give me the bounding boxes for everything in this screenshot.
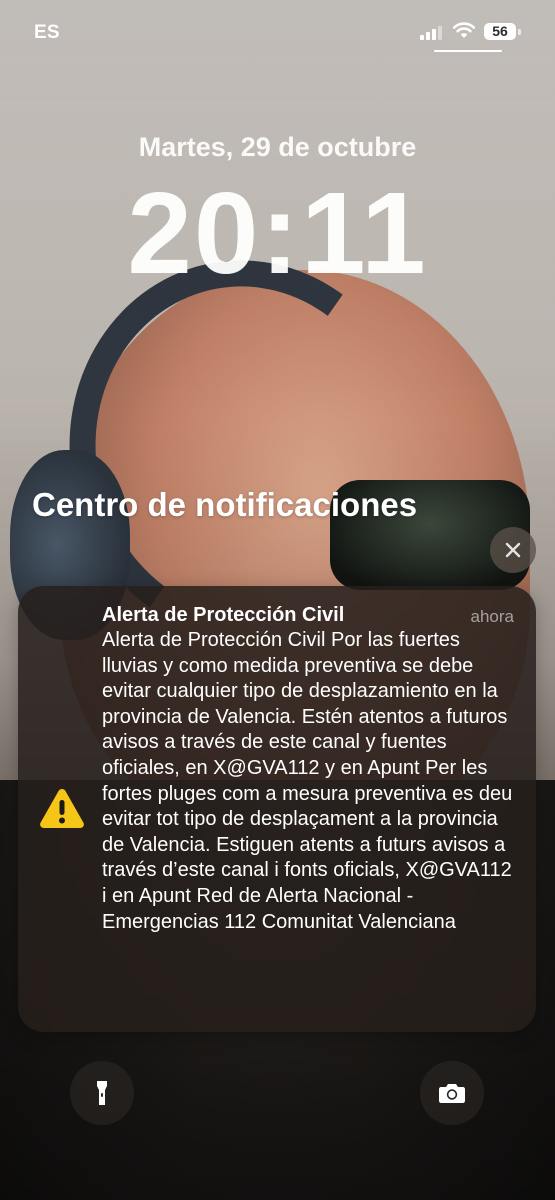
lock-screen: ES 56 Martes, 29 de octubre 20:11 Centro… (0, 0, 555, 1200)
battery-indicator: 56 (484, 23, 516, 40)
flashlight-button[interactable] (70, 1061, 134, 1125)
close-icon (505, 542, 521, 558)
notification-title: Alerta de Protección Civil (102, 604, 345, 626)
camera-icon (439, 1084, 465, 1103)
status-bar-underline (434, 50, 502, 52)
battery-cap (518, 29, 521, 35)
notification-body: Alerta de Protección Civil Por las fuert… (102, 629, 513, 933)
emergency-alert-notification[interactable]: Alerta de Protección Civil ahora Alerta … (18, 586, 536, 1032)
status-bar: ES 56 (0, 0, 555, 60)
carrier-label: ES (34, 22, 60, 43)
clear-notifications-button[interactable] (490, 527, 536, 573)
cellular-signal-icon (420, 24, 442, 40)
lock-date: Martes, 29 de octubre (138, 132, 417, 162)
flashlight-icon (97, 1081, 107, 1105)
wifi-icon (452, 20, 476, 40)
notification-timestamp: ahora (470, 607, 514, 626)
camera-button[interactable] (420, 1061, 484, 1125)
notification-center-title: Centro de notificaciones (32, 486, 418, 523)
lock-time: 20:11 (127, 168, 428, 298)
warning-icon (38, 786, 86, 830)
